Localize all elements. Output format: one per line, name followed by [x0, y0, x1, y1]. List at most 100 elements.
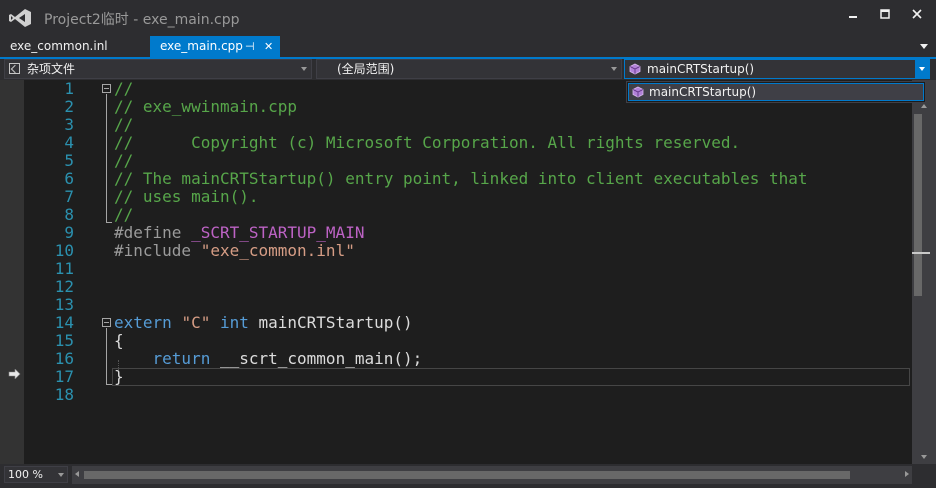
line-number: 2	[64, 97, 74, 116]
code-editor[interactable]: 1 2 3 4 5 6 7 8 9 10 11 12 13 14 15 16 17 18 //// exe_wwi…	[0, 80, 912, 464]
member-dropdown-list: mainCRTStartup()	[626, 81, 926, 103]
pin-icon[interactable]: ⊣	[245, 36, 255, 57]
maximize-icon	[880, 9, 890, 19]
maximize-button[interactable]	[870, 4, 900, 24]
code-line[interactable]: return __scrt_common_main();	[114, 349, 423, 368]
collapse-toggle-icon[interactable]	[102, 318, 111, 327]
method-cube-icon	[632, 86, 644, 98]
line-number: 9	[64, 223, 74, 242]
line-number: 11	[54, 259, 74, 278]
line-number: 10	[54, 241, 74, 260]
code-line[interactable]: extern "C" int mainCRTStartup()	[114, 314, 413, 332]
code-line[interactable]: //	[114, 80, 133, 98]
scope-combo[interactable]: (全局范围)	[316, 59, 622, 79]
zoom-value: 100 %	[8, 468, 43, 481]
code-line[interactable]: #include "exe_common.inl"	[114, 242, 355, 260]
outlining-margin[interactable]	[100, 80, 114, 464]
misc-file-icon	[9, 63, 20, 74]
line-number: 3	[64, 115, 74, 134]
project-combo[interactable]: 杂项文件	[4, 59, 312, 79]
dropdown-item-maincrtstartup[interactable]: mainCRTStartup()	[628, 83, 924, 101]
caret-position-marker	[912, 252, 930, 254]
code-token: mainCRTStartup()	[258, 313, 413, 332]
scrollbar-corner	[912, 464, 936, 488]
code-line[interactable]: // Copyright (c) Microsoft Corporation. …	[114, 134, 740, 152]
code-line[interactable]: //	[114, 116, 133, 134]
tab-exe-main-cpp[interactable]: exe_main.cpp ⊣ ✕	[150, 36, 280, 57]
tab-label: exe_main.cpp	[160, 39, 243, 53]
code-token: //	[114, 115, 134, 134]
scope-combo-value: (全局范围)	[337, 62, 395, 76]
code-line[interactable]: }	[114, 368, 124, 386]
tab-close-icon[interactable]: ✕	[264, 36, 273, 57]
code-token: // uses main().	[114, 187, 259, 206]
chevron-down-icon	[58, 473, 64, 477]
code-line[interactable]: #define _SCRT_STARTUP_MAIN	[114, 224, 364, 242]
chevron-down-icon	[301, 67, 307, 71]
scroll-left-arrow-icon[interactable]	[75, 471, 79, 477]
code-line[interactable]: // uses main().	[114, 188, 259, 206]
line-number: 18	[54, 385, 74, 404]
scroll-up-arrow-icon[interactable]	[921, 104, 927, 108]
tab-label: exe_common.inl	[10, 39, 108, 53]
method-cube-icon	[629, 63, 641, 75]
code-token: int	[219, 313, 259, 332]
code-token: // Copyright (c) Microsoft Corporation. …	[114, 133, 741, 152]
chevron-down-icon	[611, 67, 617, 71]
line-number: 5	[64, 151, 74, 170]
code-token: // exe_wwinmain.cpp	[114, 97, 298, 116]
member-combo[interactable]: mainCRTStartup()	[624, 59, 930, 79]
code-line[interactable]: // exe_wwinmain.cpp	[114, 98, 297, 116]
code-token: _SCRT_STARTUP_MAIN	[191, 223, 365, 242]
code-line[interactable]: {	[114, 332, 124, 350]
code-token: }	[114, 367, 124, 386]
navigation-bar: 杂项文件 (全局范围) mainCRTStartup()	[0, 59, 936, 80]
tab-exe-common-inl[interactable]: exe_common.inl	[0, 36, 150, 57]
fold-line	[106, 328, 107, 384]
close-button[interactable]	[902, 4, 932, 24]
code-token: __scrt_common_main();	[219, 349, 423, 368]
minimize-button[interactable]	[838, 4, 868, 24]
window-title: Project2临时 - exe_main.cpp	[44, 12, 240, 28]
code-token: extern	[114, 313, 182, 332]
vertical-scroll-thumb[interactable]	[914, 114, 922, 296]
code-token: //	[114, 205, 134, 224]
collapse-toggle-icon[interactable]	[102, 84, 111, 93]
member-combo-dropdown-button[interactable]	[915, 60, 929, 78]
current-line-highlight	[112, 368, 910, 386]
member-combo-value: mainCRTStartup()	[647, 62, 755, 76]
scroll-right-arrow-icon[interactable]	[905, 471, 909, 477]
code-token: // The mainCRTStartup() entry point, lin…	[114, 169, 808, 188]
vertical-scrollbar[interactable]	[912, 80, 936, 464]
fold-end	[106, 222, 112, 223]
code-token: //	[114, 79, 134, 98]
close-icon	[912, 9, 922, 19]
line-number: 13	[54, 295, 74, 314]
title-bar: Project2临时 - exe_main.cpp	[0, 0, 936, 36]
horizontal-scroll-thumb[interactable]	[84, 471, 850, 479]
code-line[interactable]: //	[114, 152, 133, 170]
scroll-down-arrow-icon[interactable]	[921, 455, 927, 459]
editor-bottom-bar: 100 %	[0, 464, 936, 488]
code-token: "C"	[181, 313, 220, 332]
code-token: return	[114, 349, 220, 368]
code-line[interactable]: // The mainCRTStartup() entry point, lin…	[114, 170, 808, 188]
project-combo-value: 杂项文件	[27, 62, 76, 76]
glyph-margin[interactable]	[0, 80, 24, 464]
code-token: #include	[114, 241, 201, 260]
code-line[interactable]: //	[114, 206, 133, 224]
document-tab-strip: exe_common.inl exe_main.cpp ⊣ ✕	[0, 36, 936, 57]
line-number: 12	[54, 277, 74, 296]
chevron-down-icon	[919, 67, 925, 71]
fold-line	[106, 94, 107, 222]
code-token: {	[114, 331, 124, 350]
tab-overflow-chevron-down-icon[interactable]	[920, 44, 928, 49]
zoom-combo[interactable]: 100 %	[4, 466, 68, 483]
next-statement-arrow-icon	[8, 369, 21, 379]
horizontal-scrollbar[interactable]	[72, 466, 912, 484]
code-token: #define	[114, 223, 192, 242]
visual-studio-logo-icon	[9, 9, 31, 27]
line-number: 17	[54, 367, 74, 386]
dropdown-item-label: mainCRTStartup()	[649, 85, 757, 99]
line-number: 15	[54, 331, 74, 350]
